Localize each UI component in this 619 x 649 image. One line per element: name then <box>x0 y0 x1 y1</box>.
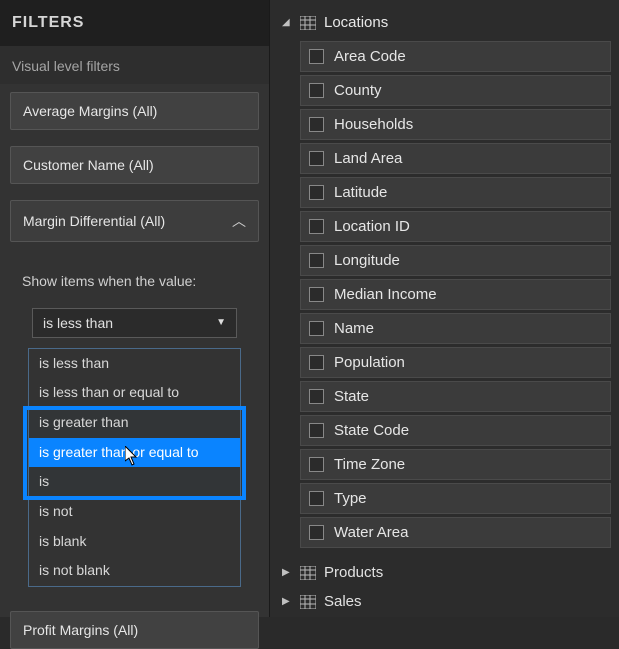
field-checkbox[interactable] <box>309 83 324 98</box>
table-icon <box>300 595 316 609</box>
show-items-label: Show items when the value: <box>10 258 259 296</box>
filter-card-label: Profit Margins (All) <box>23 622 138 638</box>
field-label: Area Code <box>334 48 406 65</box>
field-row[interactable]: State Code <box>300 415 611 446</box>
field-row[interactable]: County <box>300 75 611 106</box>
field-label: Longitude <box>334 252 400 269</box>
filter-card-label: Margin Differential (All) <box>23 213 165 229</box>
field-label: Latitude <box>334 184 387 201</box>
operator-option[interactable]: is <box>29 467 240 497</box>
chevron-down-icon: ▼ <box>216 317 226 328</box>
field-label: County <box>334 82 382 99</box>
operator-dropdown: is less thanis less than or equal tois g… <box>28 348 241 588</box>
field-checkbox[interactable] <box>309 219 324 234</box>
collapse-icon: ◢ <box>282 17 292 28</box>
visual-level-filters-label: Visual level filters <box>0 46 269 84</box>
field-label: Location ID <box>334 218 410 235</box>
field-label: Households <box>334 116 413 133</box>
operator-option[interactable]: is not <box>29 497 240 527</box>
expand-icon: ▶ <box>282 567 292 578</box>
field-checkbox[interactable] <box>309 389 324 404</box>
group-label: Products <box>324 564 383 581</box>
field-checkbox[interactable] <box>309 151 324 166</box>
field-checkbox[interactable] <box>309 49 324 64</box>
field-checkbox[interactable] <box>309 185 324 200</box>
locations-field-list: Area Code County Households Land Area Latitu… <box>278 41 611 548</box>
field-checkbox[interactable] <box>309 117 324 132</box>
operator-option[interactable]: is greater than <box>29 408 240 438</box>
field-checkbox[interactable] <box>309 355 324 370</box>
operator-option[interactable]: is blank <box>29 527 240 557</box>
field-row[interactable]: Population <box>300 347 611 378</box>
field-row[interactable]: Households <box>300 109 611 140</box>
table-icon <box>300 16 316 30</box>
field-checkbox[interactable] <box>309 287 324 302</box>
field-label: Type <box>334 490 367 507</box>
group-label: Sales <box>324 593 362 610</box>
filter-card-average-margins[interactable]: Average Margins (All) <box>10 92 259 130</box>
operator-option[interactable]: is greater than or equal to <box>29 438 240 468</box>
field-row[interactable]: State <box>300 381 611 412</box>
fields-panel: ◢ Locations Area Code County Households Lan… <box>270 0 619 617</box>
field-label: State Code <box>334 422 409 439</box>
field-row[interactable]: Water Area <box>300 517 611 548</box>
field-label: Population <box>334 354 405 371</box>
field-row[interactable]: Median Income <box>300 279 611 310</box>
operator-option[interactable]: is not blank <box>29 556 240 586</box>
group-header-products[interactable]: ▶ Products <box>278 558 611 587</box>
field-label: Land Area <box>334 150 402 167</box>
field-row[interactable]: Latitude <box>300 177 611 208</box>
filter-card-label: Average Margins (All) <box>23 103 157 119</box>
field-row[interactable]: Land Area <box>300 143 611 174</box>
operator-select[interactable]: is less than ▼ <box>32 308 237 338</box>
group-header-sales[interactable]: ▶ Sales <box>278 587 611 616</box>
filter-card-customer-name[interactable]: Customer Name (All) <box>10 146 259 184</box>
filter-card-label: Customer Name (All) <box>23 157 154 173</box>
field-row[interactable]: Time Zone <box>300 449 611 480</box>
field-row[interactable]: Name <box>300 313 611 344</box>
field-row[interactable]: Location ID <box>300 211 611 242</box>
expand-icon: ▶ <box>282 596 292 607</box>
operator-option[interactable]: is less than or equal to <box>29 378 240 408</box>
field-checkbox[interactable] <box>309 321 324 336</box>
field-row[interactable]: Area Code <box>300 41 611 72</box>
chevron-up-icon: ︿ <box>232 211 246 231</box>
field-row[interactable]: Type <box>300 483 611 514</box>
filters-panel: FILTERS Visual level filters Average Mar… <box>0 0 270 617</box>
table-icon <box>300 566 316 580</box>
field-label: State <box>334 388 369 405</box>
field-label: Median Income <box>334 286 437 303</box>
field-checkbox[interactable] <box>309 491 324 506</box>
field-label: Time Zone <box>334 456 405 473</box>
field-checkbox[interactable] <box>309 457 324 472</box>
field-row[interactable]: Longitude <box>300 245 611 276</box>
field-checkbox[interactable] <box>309 525 324 540</box>
field-label: Name <box>334 320 374 337</box>
field-label: Water Area <box>334 524 408 541</box>
operator-option[interactable]: is less than <box>29 349 240 379</box>
filters-header: FILTERS <box>0 0 269 46</box>
group-header-locations[interactable]: ◢ Locations <box>278 8 611 37</box>
operator-select-value: is less than <box>43 315 113 331</box>
field-checkbox[interactable] <box>309 423 324 438</box>
filter-expanded-body: Show items when the value: is less than … <box>10 258 259 593</box>
filter-card-margin-differential[interactable]: Margin Differential (All) ︿ <box>10 200 259 242</box>
group-label: Locations <box>324 14 388 31</box>
field-checkbox[interactable] <box>309 253 324 268</box>
